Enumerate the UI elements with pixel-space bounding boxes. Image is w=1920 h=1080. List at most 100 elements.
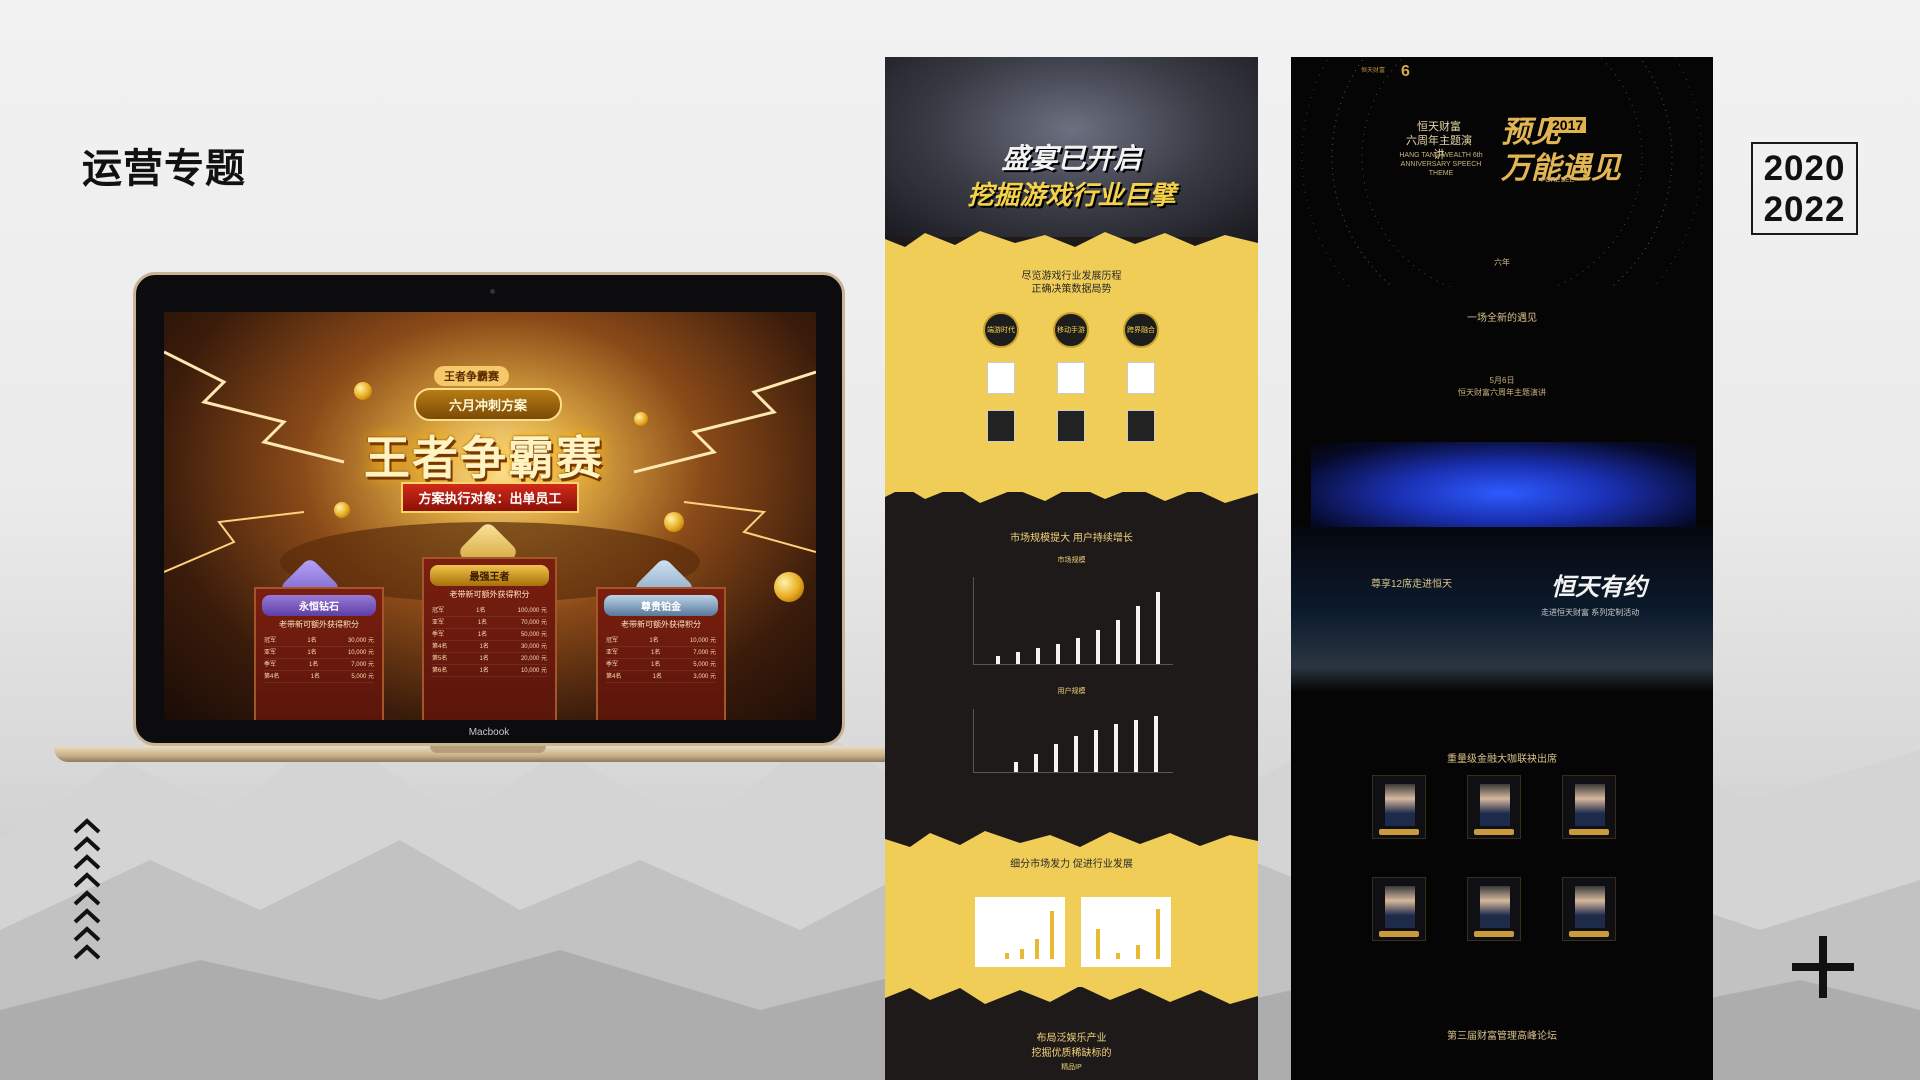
game-subtitle-top: 王者争霸赛 bbox=[434, 366, 509, 386]
chevron-up-icon bbox=[73, 872, 101, 888]
page-heading: 运营专题 bbox=[82, 147, 246, 191]
chart-a-label: 市场规模 bbox=[1057, 557, 1086, 564]
info-card bbox=[1127, 410, 1155, 442]
table-row: 第4名 1名 30,000 元 bbox=[432, 641, 547, 653]
chart-bar bbox=[1154, 716, 1158, 772]
chevron-up-icon bbox=[73, 908, 101, 924]
camera-dot bbox=[490, 289, 495, 294]
laptop-mockup: 王者争霸赛 六月冲刺方案 王者争霸赛 方案执行对象：出单员工 永恒钻石 老带新可… bbox=[54, 272, 922, 774]
plus-icon[interactable] bbox=[1792, 936, 1854, 998]
game-industry-longpage[interactable]: 盛宴已开启 挖掘游戏行业巨擘 尽览游戏行业发展历程 正确决策数据局势 端游时代 … bbox=[885, 57, 1258, 1080]
p1-section-segments: 细分市场发力 促进行业发展 bbox=[885, 852, 1258, 987]
game-ribbon: 方案执行对象：出单员工 bbox=[401, 482, 579, 513]
table-row: 亚军 1名 10,000 元 bbox=[264, 647, 374, 659]
prize-card-king[interactable]: 最强王者 老带新可额外获得积分 冠军 1名 100,000 元 亚军 1名 70,000… bbox=[422, 557, 557, 720]
chart-b-label: 用户规模 bbox=[1057, 688, 1086, 695]
table-row: 第4名 1名 3,000 元 bbox=[606, 671, 716, 683]
chart-bar bbox=[1016, 652, 1020, 664]
chart-bar bbox=[1076, 638, 1080, 664]
table-row: 季军 1名 7,000 元 bbox=[264, 659, 374, 671]
info-card bbox=[987, 362, 1015, 394]
six-year-icon: 6 bbox=[1401, 63, 1410, 80]
chevron-up-icon bbox=[73, 890, 101, 906]
chart-bar bbox=[1034, 754, 1038, 772]
prize-card-diamond[interactable]: 永恒钻石 老带新可额外获得积分 冠军 1名 30,000 元 亚军 1名 10,000 … bbox=[254, 587, 384, 720]
prize-card-platinum[interactable]: 尊贵铂金 老带新可额外获得积分 冠军 1名 10,000 元 亚军 1名 7,000 元… bbox=[596, 587, 726, 720]
card-title: 尊贵铂金 bbox=[604, 595, 718, 616]
event-date: 5月6日 bbox=[1489, 376, 1515, 385]
header-en: HANG TANG WEALTH 6th ANNIVERSARY SPEECH … bbox=[1399, 152, 1483, 177]
info-card bbox=[1057, 362, 1085, 394]
speaker-card[interactable] bbox=[1372, 877, 1426, 941]
card-rows: 冠军 1名 100,000 元 亚军 1名 70,000 元 季军 1名 50,000 元 … bbox=[432, 605, 547, 677]
laptop-lid: 王者争霸赛 六月冲刺方案 王者争霸赛 方案执行对象：出单员工 永恒钻石 老带新可… bbox=[133, 272, 845, 746]
chart-bar bbox=[1134, 720, 1138, 772]
city-subtitle: 走进恒天财富 系列定制活动 bbox=[1541, 608, 1640, 617]
chevron-stack[interactable] bbox=[72, 818, 102, 962]
sec1-title: 尽览游戏行业发展历程 正确决策数据局势 bbox=[1021, 271, 1122, 295]
speaker-card[interactable] bbox=[1562, 877, 1616, 941]
chart-bar bbox=[1094, 730, 1098, 772]
year-start: 2020 bbox=[1763, 148, 1846, 188]
chart-bar bbox=[1156, 592, 1160, 664]
speaker-card[interactable] bbox=[1562, 775, 1616, 839]
sec3-title: 细分市场发力 促进行业发展 bbox=[1010, 859, 1133, 870]
table-row: 季军 1名 5,000 元 bbox=[606, 659, 716, 671]
p1-section-history: 尽览游戏行业发展历程 正确决策数据局势 端游时代 移动手游 跨界融合 bbox=[885, 252, 1258, 492]
table-row: 冠军 1名 100,000 元 bbox=[432, 605, 547, 617]
torn-edge bbox=[885, 231, 1258, 253]
torn-edge bbox=[885, 831, 1258, 853]
table-row: 第5名 1名 20,000 元 bbox=[432, 653, 547, 665]
card-rows: 冠军 1名 30,000 元 亚军 1名 10,000 元 季军 1名 7,000 元 第4… bbox=[264, 635, 374, 683]
laptop-screen[interactable]: 王者争霸赛 六月冲刺方案 王者争霸赛 方案执行对象：出单员工 永恒钻石 老带新可… bbox=[164, 312, 816, 720]
game-plan-badge: 六月冲刺方案 bbox=[414, 388, 562, 421]
chart-bar bbox=[996, 656, 1000, 664]
coin-icon bbox=[774, 572, 804, 602]
speaker-card[interactable] bbox=[1372, 775, 1426, 839]
city-calligraphy-title: 恒天有约 bbox=[1551, 574, 1647, 601]
forum-title: 第三届财富管理高峰论坛 bbox=[1447, 1031, 1557, 1042]
coin-icon bbox=[334, 502, 350, 518]
coin-icon bbox=[634, 412, 648, 426]
torn-edge bbox=[885, 982, 1258, 1004]
card-subtitle: 老带新可额外获得积分 bbox=[621, 620, 701, 629]
chevron-up-icon bbox=[73, 854, 101, 870]
stage-photo bbox=[1311, 442, 1696, 527]
game-title: 王者争霸赛 bbox=[364, 432, 604, 484]
chevron-up-icon bbox=[73, 818, 101, 834]
chevron-up-icon bbox=[73, 944, 101, 960]
chart-bar bbox=[1036, 648, 1040, 664]
p1-hero-banner: 盛宴已开启 挖掘游戏行业巨擘 bbox=[885, 57, 1258, 237]
segment-chart-right bbox=[1081, 897, 1171, 967]
wealth-anniversary-longpage[interactable]: 恒天财富 6 恒天财富 六周年主题演讲 HANG TANG WEALTH 6th… bbox=[1291, 57, 1713, 1080]
coin-icon bbox=[664, 512, 684, 532]
laptop-brand-label: Macbook bbox=[468, 727, 510, 738]
segment-chart-left bbox=[975, 897, 1065, 967]
chart-bar bbox=[1014, 762, 1018, 772]
chevron-up-icon bbox=[73, 836, 101, 852]
foresee-label: FORESEE bbox=[1541, 177, 1575, 184]
speaker-card[interactable] bbox=[1467, 877, 1521, 941]
table-row: 冠军 1名 10,000 元 bbox=[606, 635, 716, 647]
user-size-chart bbox=[973, 709, 1173, 773]
p1-hero-line2: 挖掘游戏行业巨擘 bbox=[967, 180, 1176, 210]
card-title: 最强王者 bbox=[430, 565, 549, 586]
speaker-card[interactable] bbox=[1467, 775, 1521, 839]
table-row: 第4名 1名 5,000 元 bbox=[264, 671, 374, 683]
brand-logo: 恒天财富 bbox=[1361, 68, 1386, 74]
laptop-notch bbox=[430, 746, 546, 753]
event-date-sub: 恒天财富六周年主题演讲 bbox=[1458, 388, 1546, 397]
table-row: 亚军 1名 70,000 元 bbox=[432, 617, 547, 629]
table-row: 亚军 1名 7,000 元 bbox=[606, 647, 716, 659]
chart-bar bbox=[1054, 744, 1058, 772]
city-left-title: 尊享12席走进恒天 bbox=[1371, 579, 1453, 590]
sec4-subtitle: 精品IP bbox=[1061, 1064, 1082, 1071]
p1-hero-line1: 盛宴已开启 bbox=[1001, 143, 1142, 174]
table-row: 第6名 1名 10,000 元 bbox=[432, 665, 547, 677]
coin-icon bbox=[354, 382, 372, 400]
intro-subtitle: 一场全新的遇见 bbox=[1467, 313, 1537, 324]
table-row: 冠军 1名 30,000 元 bbox=[264, 635, 374, 647]
card-title: 永恒钻石 bbox=[262, 595, 376, 616]
chart-bar bbox=[1056, 644, 1060, 664]
year-range-box: 2020 2022 bbox=[1751, 142, 1858, 235]
